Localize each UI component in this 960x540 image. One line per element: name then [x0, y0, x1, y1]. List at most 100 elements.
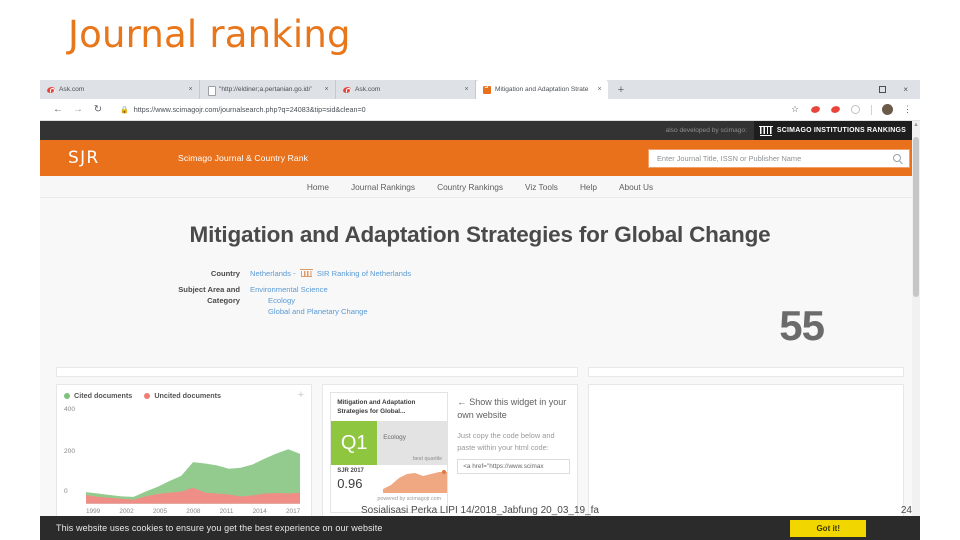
- widget-preview: Mitigation and Adaptation Strategies for…: [330, 392, 449, 513]
- new-tab-button[interactable]: +: [608, 80, 634, 99]
- avatar[interactable]: [882, 104, 893, 115]
- sir-ranking-link[interactable]: SIR Ranking of Netherlands: [317, 269, 411, 278]
- slide-root: Journal ranking Ask.com × "http://eldine…: [0, 0, 960, 540]
- widget-body-text: Just copy the code below and paste withi…: [457, 431, 555, 452]
- magnifier-icon[interactable]: [893, 154, 901, 162]
- browser-tab-active[interactable]: Mitigation and Adaptation Strate ×: [476, 80, 608, 99]
- tab-label: Mitigation and Adaptation Strate: [495, 86, 589, 93]
- meta-value: Netherlands - SIR Ranking of Netherlands: [250, 268, 411, 279]
- close-icon[interactable]: ×: [322, 86, 331, 93]
- widget-category-box: Ecology best quartile: [377, 421, 448, 465]
- sjr-logo[interactable]: SJR: [68, 148, 178, 168]
- y-tick-label: 0: [64, 488, 68, 495]
- subject-category-link[interactable]: Ecology: [250, 295, 368, 306]
- card-top-row: [56, 367, 904, 377]
- widget-headline-text: Show this widget in your own website: [457, 397, 567, 420]
- forward-icon[interactable]: →: [68, 104, 88, 115]
- nav-item-viz-tools[interactable]: Viz Tools: [525, 182, 558, 192]
- ask-extension-icon[interactable]: [831, 105, 840, 114]
- close-icon[interactable]: ×: [462, 86, 471, 93]
- nav-item-about-us[interactable]: About Us: [619, 182, 653, 192]
- card-placeholder: [56, 367, 578, 377]
- sjr-favicon: [483, 84, 491, 94]
- search-area: Enter Journal Title, ISSN or Publisher N…: [648, 148, 910, 168]
- card-placeholder: [587, 367, 904, 377]
- y-tick-label: 200: [64, 448, 76, 455]
- left-arrow-icon: ←: [457, 397, 467, 407]
- widget-preview-quartile-row: Q1 Ecology best quartile: [331, 421, 448, 465]
- toolbar-icons: ☆ ⋮: [781, 104, 912, 115]
- scimago-institutions-rankings-link[interactable]: SCIMAGO INSTITUTIONS RANKINGS: [753, 121, 914, 140]
- card-placeholder: [588, 384, 904, 521]
- close-icon[interactable]: ×: [186, 86, 195, 93]
- country-link[interactable]: Netherlands: [250, 269, 291, 278]
- nav-item-journal-rankings[interactable]: Journal Rankings: [351, 182, 415, 192]
- embed-widget-card: Mitigation and Adaptation Strategies for…: [322, 384, 579, 521]
- reload-icon[interactable]: ↻: [88, 104, 108, 115]
- widget-preview-title: Mitigation and Adaptation Strategies for…: [337, 399, 416, 415]
- browser-tab-strip: Ask.com × "http://eldiner;a.pertanian.go…: [40, 80, 920, 99]
- legend-label: Cited documents: [74, 391, 133, 400]
- cookie-banner: This website uses cookies to ensure you …: [40, 516, 920, 540]
- widget-sjr-row: SJR 2017 0.96 powered by scimagojr.com: [331, 465, 448, 503]
- scroll-up-icon[interactable]: ▲: [912, 121, 920, 129]
- page-scrollbar[interactable]: ▲ ▼: [912, 121, 920, 527]
- page-viewport: also developed by scimago: SCIMAGO INSTI…: [40, 121, 920, 527]
- meta-label: Subject Area and Category: [178, 285, 240, 305]
- circle-extension-icon[interactable]: [851, 105, 860, 114]
- star-icon[interactable]: ☆: [791, 105, 800, 114]
- widget-quartile-badge: Q1: [331, 421, 378, 465]
- kebab-menu-icon[interactable]: ⋮: [903, 105, 912, 114]
- chart-legend: Cited documents Uncited documents +: [64, 390, 304, 401]
- window-close-icon[interactable]: ×: [903, 85, 908, 94]
- cookie-accept-button[interactable]: Got it!: [790, 519, 866, 537]
- subject-area-link[interactable]: Environmental Science: [250, 285, 328, 294]
- widget-code-value: <a href="https://www.scimax: [463, 463, 544, 470]
- widget-sparkline: [383, 469, 448, 493]
- address-bar[interactable]: 🔒 https://www.scimagojr.com/journalsearc…: [113, 102, 781, 117]
- site-top-strip: also developed by scimago: SCIMAGO INSTI…: [40, 121, 920, 140]
- tab-label: Ask.com: [59, 86, 85, 93]
- maximize-icon[interactable]: [879, 86, 887, 93]
- search-input[interactable]: Enter Journal Title, ISSN or Publisher N…: [648, 148, 910, 168]
- browser-tab[interactable]: Ask.com ×: [40, 80, 200, 99]
- slide-page-number: 24: [900, 505, 912, 516]
- documents-chart-card: Cited documents Uncited documents + 400: [56, 384, 313, 521]
- meta-row-country: Country Netherlands - SIR Ranking of Net…: [165, 268, 920, 279]
- legend-label: Uncited documents: [154, 391, 222, 400]
- search-placeholder: Enter Journal Title, ISSN or Publisher N…: [657, 153, 802, 163]
- meta-value: Environmental Science Ecology Global and…: [250, 284, 368, 317]
- panels-row: Cited documents Uncited documents + 400: [56, 384, 904, 521]
- back-icon[interactable]: ←: [48, 104, 68, 115]
- close-icon[interactable]: ×: [595, 86, 604, 93]
- h-index-value: 55: [779, 302, 825, 349]
- browser-toolbar: ← → ↻ 🔒 https://www.scimagojr.com/journa…: [40, 99, 920, 121]
- sir-label: SCIMAGO INSTITUTIONS RANKINGS: [776, 127, 906, 134]
- pillars-icon: [758, 125, 773, 136]
- nav-item-help[interactable]: Help: [580, 182, 597, 192]
- nav-item-country-rankings[interactable]: Country Rankings: [437, 182, 503, 192]
- browser-tab[interactable]: Ask.com ×: [336, 80, 476, 99]
- nav-item-home[interactable]: Home: [307, 182, 329, 192]
- widget-sjr-label: SJR 2017: [337, 468, 364, 474]
- meta-separator: -: [293, 269, 296, 278]
- legend-item-cited[interactable]: Cited documents: [64, 391, 132, 400]
- ask-extension-icon[interactable]: [811, 105, 820, 114]
- widget-code-input[interactable]: <a href="https://www.scimax: [457, 459, 571, 474]
- subject-category-link[interactable]: Global and Planetary Change: [250, 306, 368, 317]
- tab-strip-spacer: [634, 80, 880, 99]
- browser-tab[interactable]: "http://eldiner;a.pertanian.go.id/’ ×: [200, 80, 336, 99]
- pillars-icon: [299, 269, 313, 277]
- widget-headline: ← Show this widget in your own website: [457, 396, 570, 421]
- scrollbar-thumb[interactable]: [913, 137, 919, 297]
- legend-item-uncited[interactable]: Uncited documents: [144, 391, 221, 400]
- chart-add-button[interactable]: +: [298, 390, 304, 401]
- document-favicon: [207, 85, 216, 96]
- widget-powered-by: powered by scimagojr.com: [377, 496, 442, 502]
- cards-region: Cited documents Uncited documents + 400: [40, 367, 920, 521]
- widget-sjr-value: 0.96: [337, 476, 363, 491]
- browser-screenshot: Ask.com × "http://eldiner;a.pertanian.go…: [40, 80, 920, 527]
- legend-swatch: [144, 392, 151, 399]
- documents-area-chart: [86, 449, 301, 505]
- legend-swatch: [64, 392, 70, 399]
